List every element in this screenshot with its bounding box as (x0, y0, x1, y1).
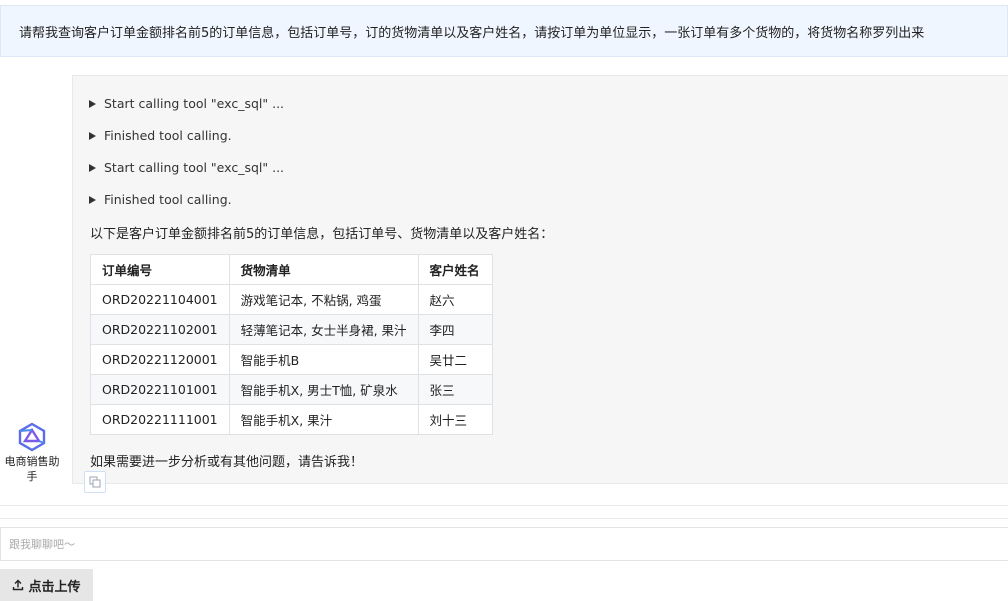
caret-right-icon (89, 99, 96, 108)
table-row: ORD20221104001 游戏笔记本, 不粘锅, 鸡蛋 赵六 (90, 284, 493, 315)
divider (0, 518, 1008, 519)
table-row: ORD20221120001 智能手机B 吴廿二 (90, 344, 493, 375)
column-header: 订单编号 (90, 254, 230, 285)
answer-outro: 如果需要进一步分析或有其他问题，请告诉我！ (90, 455, 364, 470)
tool-call-toggle[interactable]: Finished tool calling. (89, 128, 232, 143)
tool-call-label: Finished tool calling. (104, 192, 232, 207)
assistant-identity: 电商销售助手 (0, 422, 64, 484)
user-message: 请帮我查询客户订单金额排名前5的订单信息，包括订单号，订的货物清单以及客户姓名，… (0, 5, 1008, 57)
goods-list-cell: 游戏笔记本, 不粘锅, 鸡蛋 (228, 284, 419, 315)
customer-name-cell: 李四 (417, 314, 493, 345)
orders-table: 订单编号 货物清单 客户姓名 ORD20221104001 游戏笔记本, 不粘锅… (90, 254, 493, 435)
order-id-cell: ORD20221104001 (90, 284, 230, 315)
upload-icon (13, 579, 24, 591)
assistant-message-panel: Start calling tool "exc_sql" ... Finishe… (72, 75, 1008, 484)
answer-intro: 以下是客户订单金额排名前5的订单信息，包括订单号、货物清单以及客户姓名： (90, 227, 554, 242)
assistant-name: 电商销售助手 (4, 455, 60, 483)
tool-call-toggle[interactable]: Finished tool calling. (89, 192, 232, 207)
user-message-text: 请帮我查询客户订单金额排名前5的订单信息，包括订单号，订的货物清单以及客户姓名，… (19, 25, 925, 41)
divider (0, 505, 1008, 506)
goods-list-cell: 智能手机B (228, 344, 419, 375)
order-id-cell: ORD20221101001 (90, 374, 230, 405)
column-header: 货物清单 (228, 254, 419, 285)
upload-label: 点击上传 (28, 579, 81, 595)
upload-button[interactable]: 点击上传 (0, 569, 93, 601)
table-row: ORD20221102001 轻薄笔记本, 女士半身裙, 果汁 李四 (90, 314, 493, 345)
chat-input[interactable] (0, 527, 1008, 561)
customer-name-cell: 赵六 (417, 284, 493, 315)
customer-name-cell: 张三 (417, 374, 493, 405)
goods-list-cell: 智能手机X, 果汁 (228, 404, 419, 435)
caret-right-icon (89, 195, 96, 204)
caret-right-icon (89, 163, 96, 172)
assistant-logo-icon (18, 422, 46, 452)
tool-call-label: Start calling tool "exc_sql" ... (104, 160, 285, 175)
table-row: ORD20221101001 智能手机X, 男士T恤, 矿泉水 张三 (90, 374, 493, 405)
order-id-cell: ORD20221120001 (90, 344, 230, 375)
order-id-cell: ORD20221111001 (90, 404, 230, 435)
tool-call-label: Start calling tool "exc_sql" ... (104, 96, 285, 111)
caret-right-icon (89, 131, 96, 140)
customer-name-cell: 吴廿二 (417, 344, 493, 375)
tool-call-label: Finished tool calling. (104, 128, 232, 143)
copy-button[interactable] (84, 471, 106, 493)
order-id-cell: ORD20221102001 (90, 314, 230, 345)
column-header: 客户姓名 (417, 254, 493, 285)
tool-call-toggle[interactable]: Start calling tool "exc_sql" ... (89, 96, 284, 111)
chat-page: 请帮我查询客户订单金额排名前5的订单信息，包括订单号，订的货物清单以及客户姓名，… (0, 0, 1008, 601)
copy-icon (89, 476, 101, 488)
table-row: ORD20221111001 智能手机X, 果汁 刘十三 (90, 404, 493, 435)
goods-list-cell: 轻薄笔记本, 女士半身裙, 果汁 (228, 314, 419, 345)
table-header-row: 订单编号 货物清单 客户姓名 (90, 254, 493, 285)
tool-call-toggle[interactable]: Start calling tool "exc_sql" ... (89, 160, 284, 175)
goods-list-cell: 智能手机X, 男士T恤, 矿泉水 (228, 374, 419, 405)
customer-name-cell: 刘十三 (417, 404, 493, 435)
